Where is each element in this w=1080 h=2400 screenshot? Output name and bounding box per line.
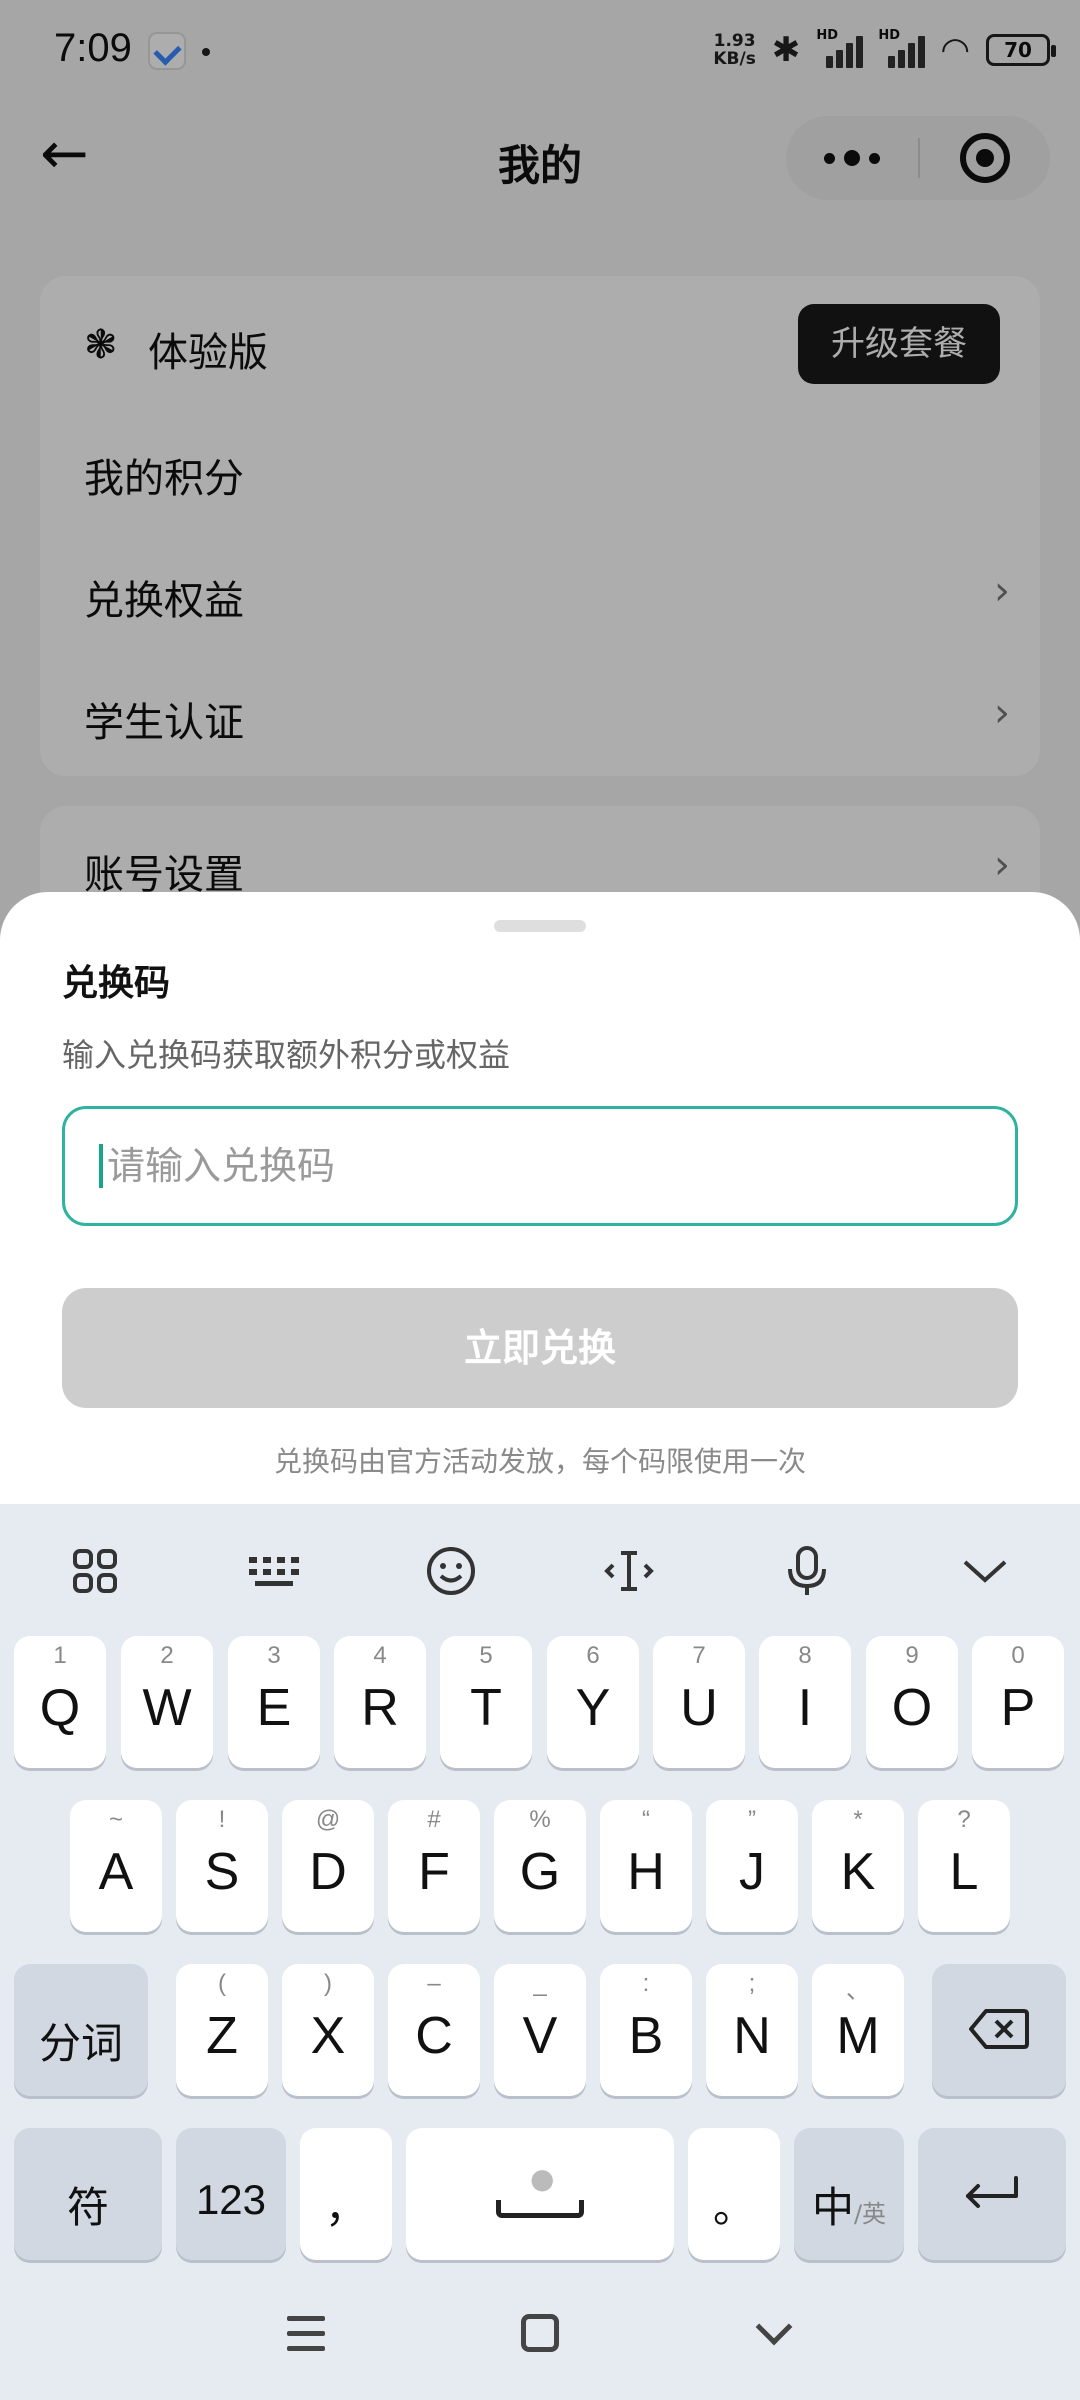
key-m[interactable]: 、 M	[812, 1964, 904, 2096]
back-chevron-icon[interactable]	[734, 2298, 814, 2368]
microphone-icon[interactable]	[762, 1526, 852, 1616]
key-y[interactable]: 6Y	[547, 1636, 639, 1768]
soft-keyboard: 1Q 2W 3E 4R 5T 6Y 7U 8I 9O 0P ~ A ! S @ D #…	[0, 1504, 1080, 2400]
symbols-key[interactable]: 符	[14, 2128, 162, 2260]
key-r[interactable]: 4R	[334, 1636, 426, 1768]
space-key[interactable]: ●	[406, 2128, 674, 2260]
keyboard-toolbar	[0, 1504, 1080, 1630]
key-b[interactable]: :B	[600, 1964, 692, 2096]
text-caret	[99, 1144, 103, 1188]
redeem-code-input[interactable]	[107, 1144, 981, 1188]
key-z[interactable]: (Z	[176, 1964, 268, 2096]
numbers-key[interactable]: 123	[176, 2128, 286, 2260]
sheet-title: 兑换码	[62, 963, 171, 1004]
key-h[interactable]: “H	[600, 1800, 692, 1932]
key-d[interactable]: @ D	[282, 1800, 374, 1932]
key-v[interactable]: _ V	[494, 1964, 586, 2096]
key-p[interactable]: 0P	[972, 1636, 1064, 1768]
text-cursor-icon[interactable]	[584, 1526, 674, 1616]
system-nav-bar	[0, 2270, 1080, 2400]
key-u[interactable]: 7U	[653, 1636, 745, 1768]
menu-icon[interactable]	[266, 2298, 346, 2368]
redeem-code-field[interactable]	[62, 1106, 1018, 1226]
apps-grid-icon[interactable]	[50, 1526, 140, 1616]
hide-keyboard-icon[interactable]	[940, 1526, 1030, 1616]
voice-input-icon: ●	[530, 2162, 555, 2195]
key-e[interactable]: 3E	[228, 1636, 320, 1768]
enter-icon	[966, 2176, 1018, 2208]
key-l[interactable]: ? L	[918, 1800, 1010, 1932]
home-icon[interactable]	[500, 2298, 580, 2368]
key-w[interactable]: 2W	[121, 1636, 213, 1768]
key-k[interactable]: * K	[812, 1800, 904, 1932]
redeem-note: 兑换码由官方活动发放，每个码限使用一次	[273, 1445, 806, 1478]
backspace-key[interactable]	[932, 1964, 1066, 2096]
segment-key[interactable]: 分词	[14, 1964, 148, 2096]
key-n[interactable]: ; N	[706, 1964, 798, 2096]
enter-key[interactable]	[918, 2128, 1066, 2260]
comma-key[interactable]: ，	[300, 2128, 392, 2260]
key-j[interactable]: ” J	[706, 1800, 798, 1932]
language-switch-key[interactable]: 中/英	[794, 2128, 904, 2260]
redeem-now-button[interactable]: 立即兑换	[62, 1288, 1018, 1408]
key-c[interactable]: – C	[388, 1964, 480, 2096]
keyboard-layout-icon[interactable]	[228, 1526, 318, 1616]
key-q[interactable]: 1Q	[14, 1636, 106, 1768]
key-t[interactable]: 5T	[440, 1636, 532, 1768]
backspace-icon	[969, 2009, 1029, 2049]
key-i[interactable]: 8I	[759, 1636, 851, 1768]
key-f[interactable]: # F	[388, 1800, 480, 1932]
key-o[interactable]: 9O	[866, 1636, 958, 1768]
emoji-icon[interactable]	[406, 1526, 496, 1616]
sheet-subtitle: 输入兑换码获取额外积分或权益	[62, 1036, 511, 1074]
key-g[interactable]: % G	[494, 1800, 586, 1932]
space-icon	[496, 2200, 584, 2218]
sheet-drag-handle[interactable]	[494, 920, 586, 932]
key-s[interactable]: ! S	[176, 1800, 268, 1932]
key-a[interactable]: ~ A	[70, 1800, 162, 1932]
period-key[interactable]: 。	[688, 2128, 780, 2260]
key-x[interactable]: ) X	[282, 1964, 374, 2096]
